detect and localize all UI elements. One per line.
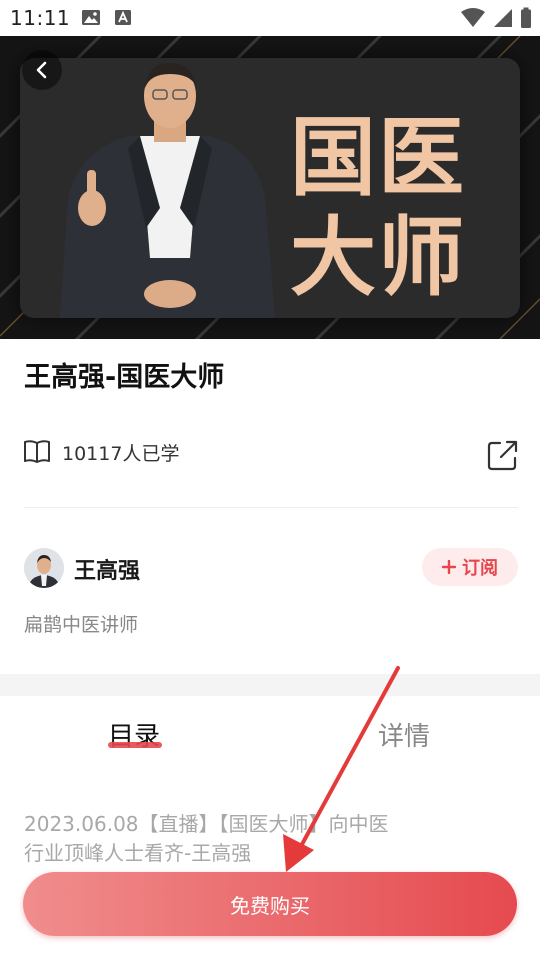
subscribe-label: 订阅 (462, 558, 498, 579)
book-icon (24, 440, 50, 463)
teacher-avatar-image (24, 548, 64, 588)
text-notification-icon (115, 10, 131, 25)
banner-title: 国医 大师 (290, 108, 490, 308)
course-banner: 国医 大师 (0, 36, 540, 339)
learner-count-row: 10117人已学 (22, 438, 179, 466)
free-purchase-button[interactable]: 免费购买 (23, 872, 517, 936)
signal-icon (494, 9, 512, 27)
banner-title-line1: 国医 (290, 107, 466, 208)
battery-icon (521, 7, 531, 28)
share-icon (487, 440, 518, 471)
wifi-icon (461, 8, 485, 27)
banner-title-line2: 大师 (290, 207, 466, 308)
avatar[interactable] (24, 548, 64, 588)
learner-count: 10117人已学 (62, 442, 180, 465)
section-separator (0, 674, 540, 696)
teacher-description: 扁鹊中医讲师 (24, 614, 139, 636)
course-title: 王高强-国医大师 (24, 362, 225, 393)
status-time: 11:11 (10, 6, 71, 30)
chevron-left-icon (36, 61, 47, 79)
banner-card: 国医 大师 (20, 58, 520, 318)
section-divider (24, 507, 518, 508)
tab-details[interactable]: 详情 (378, 716, 430, 753)
lesson-item[interactable]: 2023.06.08【直播】【国医大师】向中医行业顶峰人士看齐-王高强 (24, 810, 404, 868)
plus-icon (442, 560, 456, 574)
status-bar: 11:11 (0, 0, 540, 36)
teacher-name[interactable]: 王高强 (74, 553, 140, 585)
subscribe-button[interactable]: 订阅 (422, 548, 518, 586)
gallery-notification-icon (82, 10, 100, 25)
share-button[interactable] (486, 438, 520, 472)
active-tab-indicator (108, 742, 162, 748)
free-purchase-label: 免费购买 (230, 893, 310, 918)
instructor-photo (60, 62, 275, 318)
back-button[interactable] (22, 50, 62, 90)
